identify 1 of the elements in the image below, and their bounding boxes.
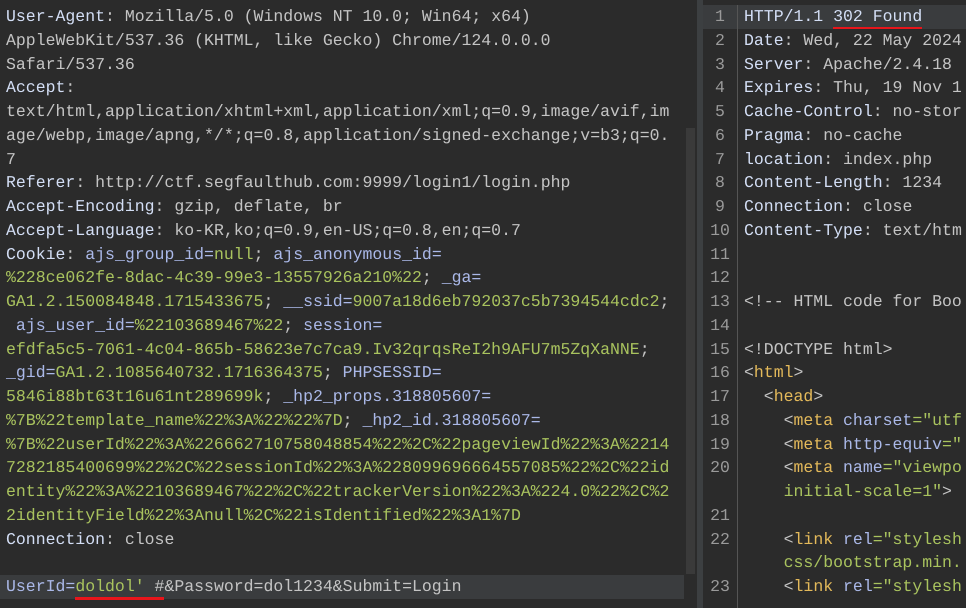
- line-number: 1: [703, 5, 737, 29]
